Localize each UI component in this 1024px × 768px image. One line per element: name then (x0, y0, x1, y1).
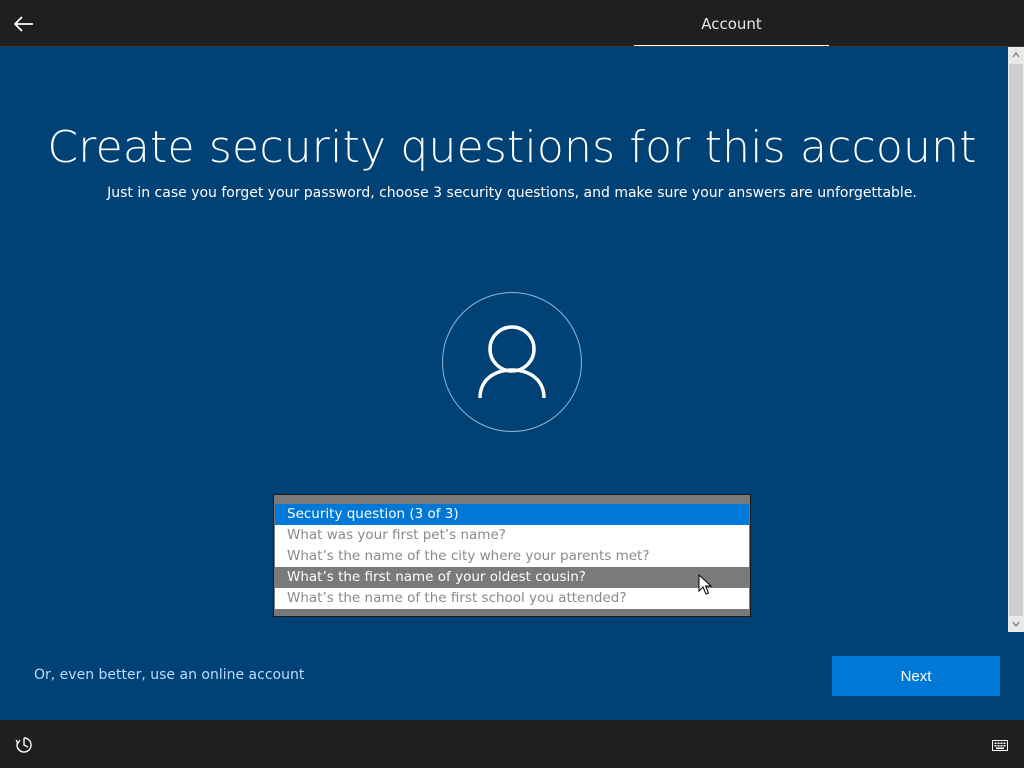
security-question-dropdown[interactable]: Security question (3 of 3) What was your… (273, 494, 751, 617)
scroll-up-button[interactable] (1008, 47, 1024, 63)
bottom-bar (0, 720, 1024, 768)
dropdown-option-pet-name: What was your first pet’s name? (275, 525, 749, 546)
page-subtitle: Just in case you forget your password, c… (107, 185, 917, 201)
page-title: Create security questions for this accou… (47, 122, 977, 173)
chevron-up-icon (1012, 52, 1020, 58)
keyboard-icon (992, 739, 1008, 751)
divider (0, 46, 1024, 47)
mouse-cursor-icon (698, 574, 712, 595)
dropdown-option-parents-city: What’s the name of the city where your p… (275, 546, 749, 567)
back-button[interactable] (8, 8, 40, 40)
tab-account-label: Account (701, 14, 762, 33)
arrow-left-icon (14, 16, 33, 32)
on-screen-keyboard-button[interactable] (986, 735, 1014, 755)
ease-of-access-icon (15, 737, 32, 753)
scroll-down-button[interactable] (1008, 616, 1024, 632)
user-icon (478, 325, 546, 399)
tab-account[interactable]: Account (634, 0, 829, 47)
dropdown-option-oldest-cousin[interactable]: What’s the first name of your oldest cou… (275, 567, 749, 588)
avatar (442, 292, 582, 432)
next-button[interactable]: Next (832, 656, 1000, 696)
dropdown-option-placeholder[interactable]: Security question (3 of 3) (275, 504, 749, 525)
dropdown-option-first-school: What’s the name of the first school you … (275, 588, 749, 609)
chevron-down-icon (1012, 621, 1020, 627)
ease-of-access-button[interactable] (12, 733, 36, 757)
top-bar: Account (0, 0, 1024, 47)
online-account-link[interactable]: Or, even better, use an online account (34, 667, 304, 683)
